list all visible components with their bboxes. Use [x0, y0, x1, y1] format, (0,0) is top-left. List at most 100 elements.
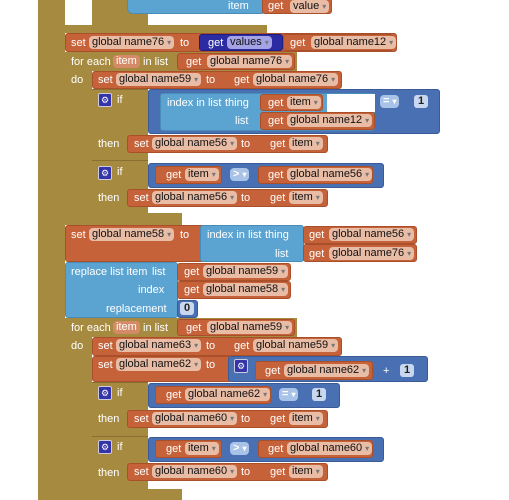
replace-list-item-label: replace list item [71, 266, 148, 278]
operator: > [233, 168, 240, 180]
set-label: set [98, 74, 113, 86]
gear-icon[interactable]: ⚙ [98, 166, 112, 180]
dropdown-icon: ▾ [291, 390, 296, 399]
get-label: get [309, 229, 325, 241]
to-label: to [241, 413, 251, 425]
dropdown-icon: ▾ [263, 390, 268, 399]
var-dropdown[interactable]: global name60 ▾ [152, 412, 238, 425]
if-label: if [117, 94, 123, 106]
var-dropdown[interactable]: global name76 ▾ [89, 36, 175, 49]
var-dropdown[interactable]: item ▾ [289, 137, 323, 150]
get-label: get [268, 115, 284, 127]
index-in-list-label: index in list [207, 229, 262, 241]
var-dropdown[interactable]: item ▾ [185, 168, 219, 181]
number-block[interactable]: 1 [312, 388, 327, 401]
dropdown-icon: ▾ [407, 230, 412, 239]
var-dropdown[interactable]: global name60 ▾ [287, 442, 373, 455]
do-label: do [71, 74, 84, 86]
get-label: get [268, 169, 284, 181]
var-dropdown[interactable]: global name76 ▾ [329, 247, 415, 260]
dropdown-icon: ▾ [362, 366, 367, 375]
get-label: get [184, 284, 200, 296]
var-dropdown[interactable]: global name76 ▾ [253, 73, 339, 86]
get-label: get [234, 74, 250, 86]
var-name: global name56 [290, 168, 363, 180]
var-dropdown[interactable]: global name60 ▾ [152, 465, 238, 478]
dropdown-icon: ▾ [407, 249, 412, 258]
var-dropdown[interactable]: item ▾ [289, 412, 323, 425]
gear-icon[interactable]: ⚙ [98, 386, 112, 400]
dropdown-icon: ▾ [315, 467, 320, 476]
var-dropdown[interactable]: item ▾ [289, 191, 323, 204]
var-dropdown[interactable]: global name59 ▾ [116, 73, 202, 86]
var-dropdown[interactable]: item ▾ [289, 465, 323, 478]
operator-dropdown[interactable]: = ▾ [279, 388, 299, 401]
to-label: to [180, 229, 190, 241]
operator-dropdown[interactable]: > ▾ [230, 168, 250, 181]
var-name: global name58 [92, 228, 165, 240]
var-name: global name56 [155, 137, 228, 149]
set-label: set [134, 466, 149, 478]
var-name: item [290, 96, 311, 108]
var-dropdown[interactable]: global name76 ▾ [207, 55, 293, 68]
dropdown-icon: ▾ [211, 444, 216, 453]
number-block[interactable]: 1 [400, 364, 415, 377]
dropdown-icon: ▾ [365, 444, 370, 453]
var-name: global name12 [314, 36, 387, 48]
var-name: item [292, 465, 313, 477]
item-param[interactable]: item [113, 321, 140, 334]
var-dropdown[interactable]: global name12 ▾ [311, 36, 397, 49]
var-dropdown[interactable]: global name63 ▾ [116, 339, 202, 352]
set-label: set [98, 359, 113, 371]
operator-dropdown[interactable]: = ▾ [380, 95, 400, 108]
plus-operator: + [383, 365, 390, 377]
list-label: list [275, 248, 289, 260]
var-dropdown[interactable]: global name56 ▾ [287, 168, 373, 181]
var-dropdown[interactable]: global name62 ▾ [284, 364, 370, 377]
param-dropdown[interactable]: values ▾ [227, 36, 272, 49]
var-name: global name62 [188, 388, 261, 400]
var-dropdown[interactable]: global name62 ▾ [185, 388, 271, 401]
control-bottom-bar [65, 25, 267, 33]
gear-icon[interactable]: ⚙ [98, 93, 112, 107]
var-name: global name62 [287, 364, 360, 376]
get-label: get [166, 443, 182, 455]
var-name: global name60 [290, 442, 363, 454]
dropdown-icon: ▾ [194, 341, 199, 350]
var-name: global name58 [206, 283, 279, 295]
number-block[interactable]: 1 [414, 95, 429, 108]
var-dropdown[interactable]: global name58 ▾ [203, 283, 289, 296]
item-param[interactable]: item [113, 55, 140, 68]
var-dropdown[interactable]: global name56 ▾ [329, 228, 415, 241]
var-dropdown[interactable]: global name56 ▾ [152, 191, 238, 204]
dropdown-icon: ▾ [322, 2, 327, 11]
var-name: item [188, 168, 209, 180]
operator: = [282, 388, 289, 400]
if-label: if [117, 387, 123, 399]
var-dropdown[interactable]: value ▾ [290, 0, 330, 13]
var-dropdown[interactable]: global name59 ▾ [207, 321, 293, 334]
var-dropdown[interactable]: global name59 ▾ [203, 265, 289, 278]
var-name: global name12 [290, 114, 363, 126]
then-label: then [98, 192, 120, 204]
set-label: set [134, 192, 149, 204]
number-block[interactable]: 0 [180, 302, 195, 315]
var-dropdown[interactable]: item ▾ [287, 96, 321, 109]
var-dropdown[interactable]: global name12 ▾ [287, 114, 373, 127]
var-dropdown[interactable]: global name56 ▾ [152, 137, 238, 150]
to-label: to [241, 192, 251, 204]
var-dropdown[interactable]: global name58 ▾ [89, 228, 175, 241]
var-dropdown[interactable]: global name59 ▾ [253, 339, 339, 352]
gear-icon[interactable]: ⚙ [98, 440, 112, 454]
then-label: then [98, 413, 120, 425]
thing-label: thing [225, 97, 249, 109]
to-label: to [241, 138, 251, 150]
empty-area [327, 94, 375, 112]
var-name: global name56 [155, 191, 228, 203]
var-dropdown[interactable]: global name62 ▾ [116, 358, 202, 371]
to-label: to [180, 37, 190, 49]
var-dropdown[interactable]: item ▾ [185, 442, 219, 455]
list-label: list [235, 115, 249, 127]
operator-dropdown[interactable]: > ▾ [230, 442, 250, 455]
gear-icon[interactable]: ⚙ [234, 359, 248, 373]
